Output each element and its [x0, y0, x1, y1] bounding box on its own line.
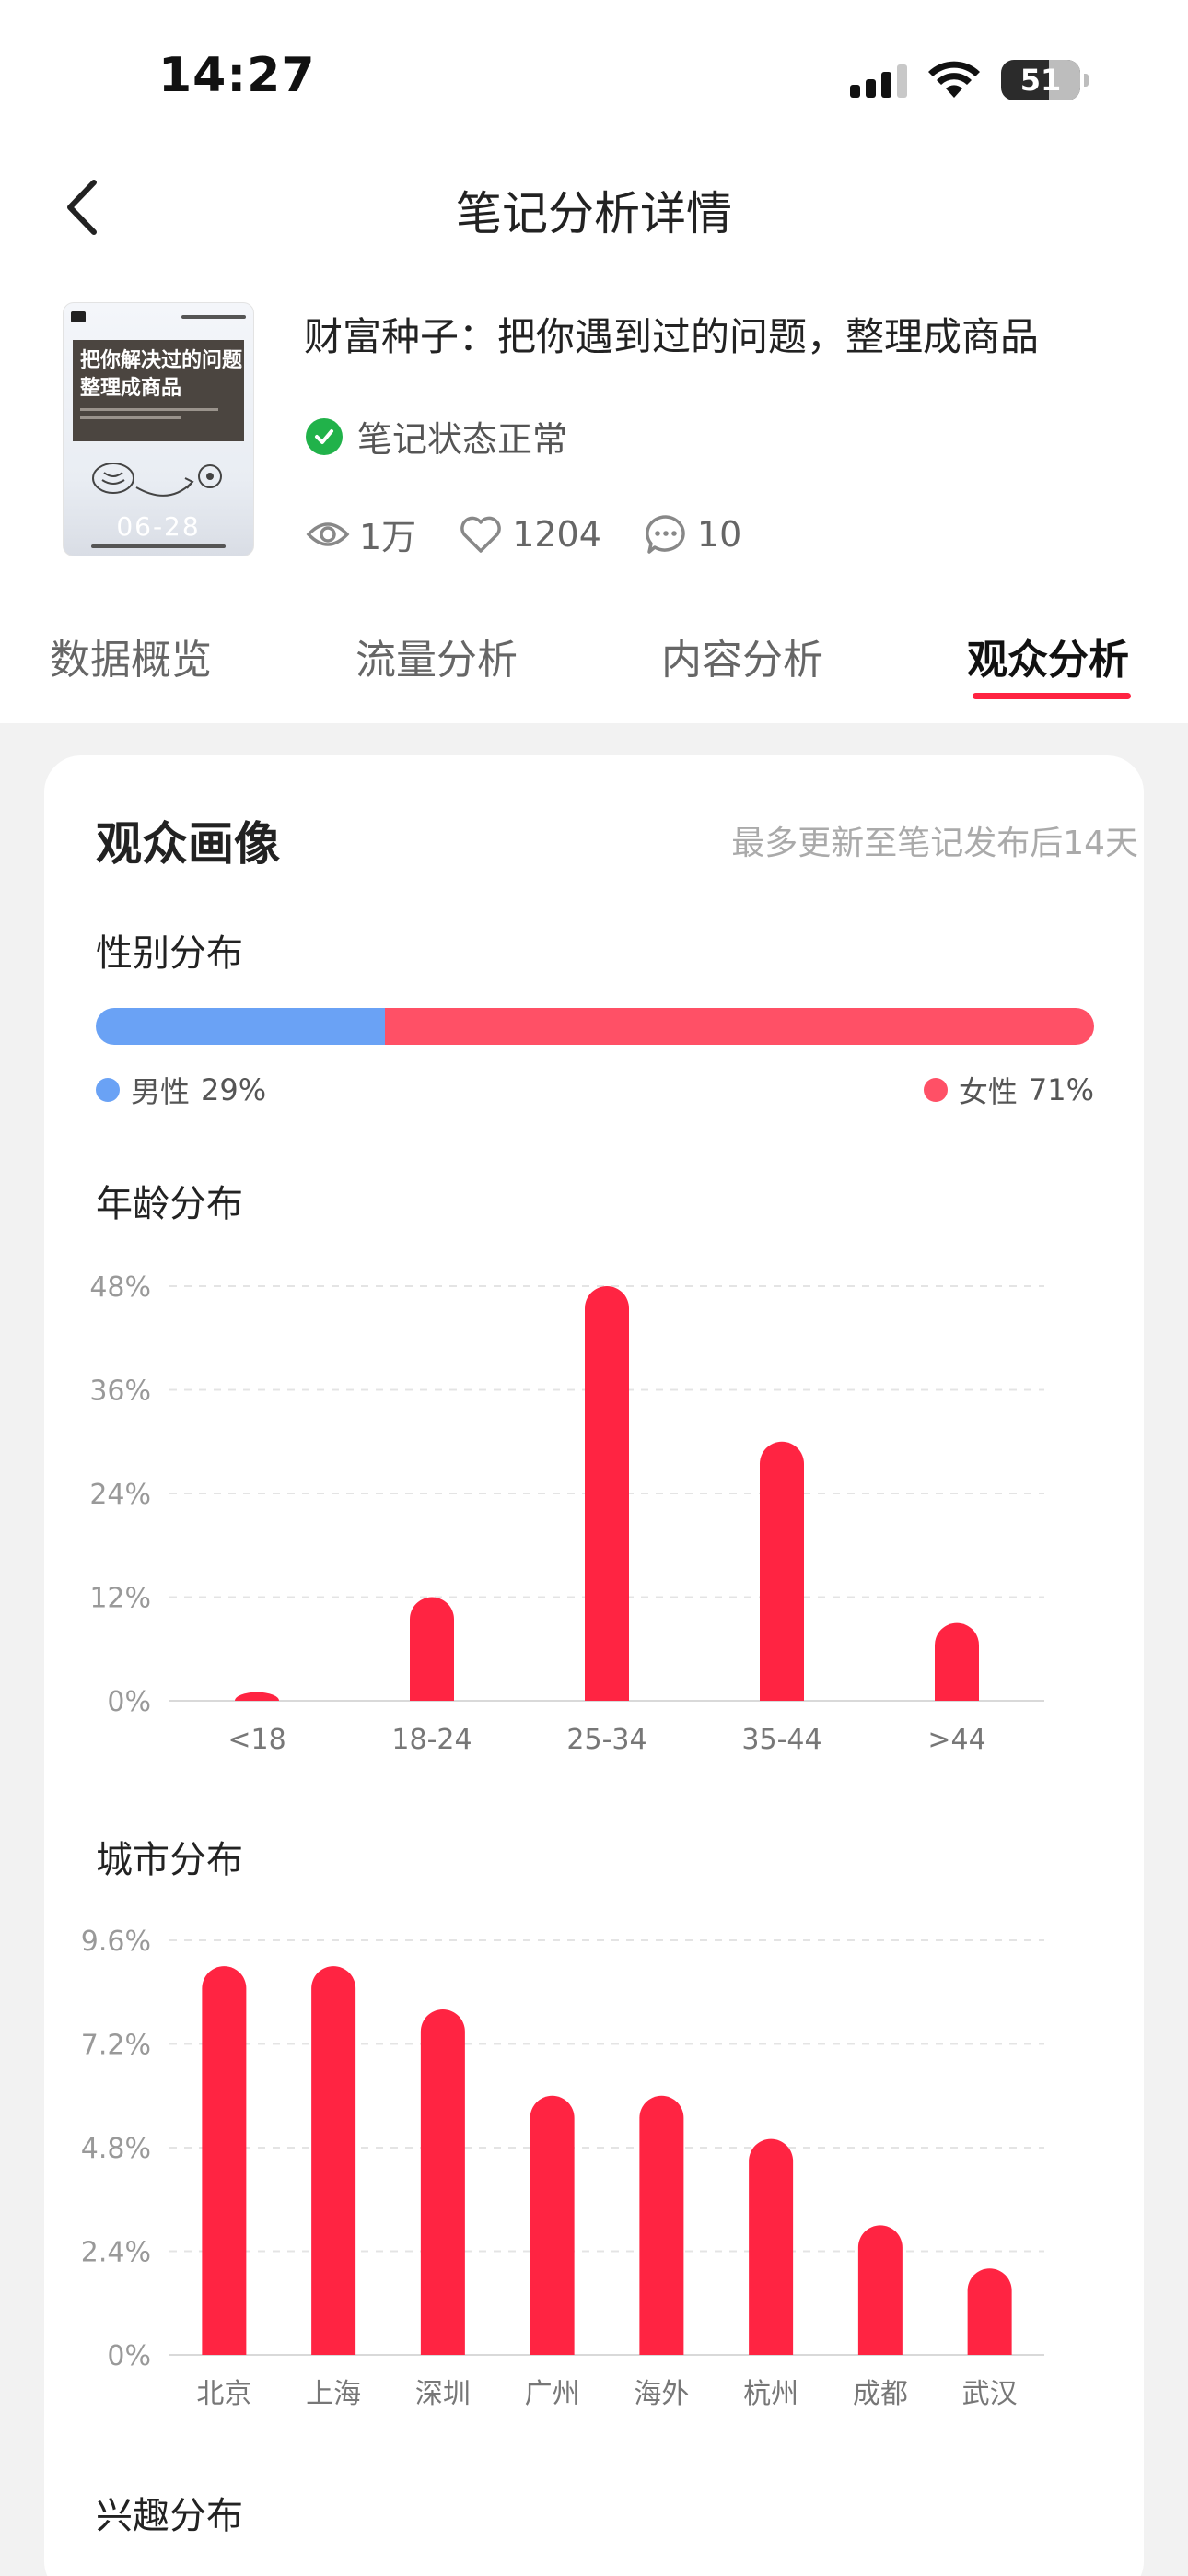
note-status-text: 笔记状态正常 — [357, 419, 568, 460]
city-chart-x-tick-label: 海外 — [634, 2378, 689, 2410]
city-distribution-chart: 0% 2.4% 4.8% 7.2% 9.6% 北京 上海 深圳 广州 海外 杭州 成都 武汉 — [81, 1926, 1044, 2410]
tab-traffic-analysis[interactable]: 流量分析 — [355, 626, 518, 685]
status-bar: 14:27 51 — [0, 0, 1188, 157]
male-legend-dot — [96, 1078, 120, 1102]
note-title: 财富种子：把你遇到过的问题，整理成商品 — [304, 314, 1040, 359]
age-chart-x-tick-label: 18-24 — [391, 1724, 472, 1756]
tab-data-overview[interactable]: 数据概览 — [50, 626, 212, 685]
city-chart-bar[interactable] — [857, 2225, 903, 2355]
age-chart-bar[interactable] — [410, 1597, 454, 1702]
likes-metric: 1204 — [459, 514, 601, 555]
battery-icon: 51 — [1001, 60, 1089, 100]
age-chart-y-tick-label: 36% — [89, 1376, 151, 1408]
active-tab-indicator — [973, 693, 1131, 699]
city-chart-y-tick-label: 9.6% — [81, 1926, 151, 1958]
city-chart-y-tick-label: 0% — [107, 2340, 151, 2372]
city-chart-bar[interactable] — [420, 2009, 465, 2355]
battery-level: 51 — [1019, 63, 1062, 98]
city-chart-x-tick-label: 北京 — [196, 2378, 251, 2410]
age-chart-y-tick-label: 24% — [89, 1479, 151, 1511]
city-chart-bar[interactable] — [967, 2268, 1012, 2355]
heart-icon — [460, 516, 501, 553]
city-chart-x-tick-label: 杭州 — [743, 2378, 798, 2410]
page-title: 笔记分析详情 — [456, 187, 732, 240]
gender-ratio-bar — [96, 1008, 1094, 1045]
city-chart-y-tick-label: 2.4% — [81, 2237, 151, 2269]
status-time: 14:27 — [158, 48, 316, 103]
cover-date: 06-28 — [116, 511, 201, 542]
male-percent: 29% — [201, 1072, 267, 1107]
city-chart-x-tick-label: 深圳 — [415, 2378, 471, 2410]
city-chart-bar[interactable] — [639, 2095, 684, 2355]
city-chart-bar[interactable] — [202, 1966, 247, 2355]
female-label: 女性 — [958, 1074, 1018, 1109]
tab-content-analysis[interactable]: 内容分析 — [661, 626, 823, 685]
age-chart-bar[interactable] — [585, 1286, 629, 1701]
views-metric: 1万 — [306, 509, 416, 559]
cellular-signal-icon — [850, 63, 907, 98]
tab-bar: 数据概览 流量分析 内容分析 观众分析 — [0, 626, 1188, 719]
age-chart-x-tick-label: >44 — [927, 1724, 985, 1756]
update-note: 最多更新至笔记发布后14天 — [731, 825, 1138, 862]
male-legend: 男性 29% — [96, 1069, 266, 1111]
interest-section-title: 兴趣分布 — [96, 2495, 243, 2537]
city-section-title: 城市分布 — [96, 1839, 243, 1881]
note-metrics: 1万 1204 10 — [306, 509, 784, 559]
city-chart-bar[interactable] — [311, 1966, 356, 2355]
age-chart-y-tick-label: 0% — [107, 1686, 151, 1718]
eye-icon — [306, 521, 350, 546]
age-chart-y-tick-label: 48% — [89, 1271, 151, 1304]
views-count: 1万 — [359, 517, 417, 557]
status-icons: 51 — [850, 57, 1089, 103]
cover-line-2: 整理成商品 — [80, 377, 182, 400]
male-label: 男性 — [131, 1074, 191, 1109]
comments-count: 10 — [696, 513, 742, 555]
city-chart-y-tick-label: 7.2% — [81, 2030, 151, 2062]
note-status: 笔记状态正常 — [306, 411, 567, 462]
city-chart-x-tick-label: 成都 — [853, 2378, 908, 2410]
city-chart-y-tick-label: 4.8% — [81, 2133, 151, 2165]
gender-section-title: 性别分布 — [96, 932, 243, 975]
female-legend: 女性 71% — [923, 1069, 1094, 1111]
wifi-icon — [928, 61, 980, 98]
age-chart-bar[interactable] — [760, 1441, 804, 1701]
comments-metric: 10 — [644, 513, 741, 556]
cover-illustration — [92, 463, 222, 497]
tab-audience-analysis[interactable]: 观众分析 — [967, 626, 1129, 685]
age-chart-y-tick-label: 12% — [89, 1583, 151, 1615]
city-chart-x-tick-label: 广州 — [525, 2378, 580, 2410]
cover-banner: 把你解决过的问题 整理成商品 — [73, 340, 244, 441]
male-bar-segment — [96, 1008, 386, 1045]
age-chart-bar[interactable] — [235, 1692, 279, 1701]
cover-line-1: 把你解决过的问题 — [80, 349, 243, 372]
city-chart-x-tick-label: 上海 — [306, 2378, 361, 2410]
city-chart-bar[interactable] — [530, 2095, 575, 2355]
likes-count: 1204 — [512, 513, 601, 555]
age-chart-x-tick-label: 25-34 — [566, 1724, 646, 1756]
check-circle-icon — [306, 417, 343, 455]
age-chart-x-tick-label: 35-44 — [741, 1724, 821, 1756]
city-chart-bar[interactable] — [749, 2138, 794, 2355]
comment-bubble-icon — [645, 514, 685, 554]
female-legend-dot — [923, 1078, 948, 1102]
age-distribution-chart: 0% 12% 24% 36% 48% <18 18-24 25-34 35-44 >44 — [89, 1271, 1044, 1756]
audience-profile-title: 观众画像 — [96, 817, 280, 871]
age-chart-bar[interactable] — [935, 1622, 979, 1701]
female-bar-segment — [385, 1008, 1094, 1045]
note-cover-thumbnail[interactable]: 把你解决过的问题 整理成商品 06-28 — [63, 302, 254, 556]
female-percent: 71% — [1028, 1072, 1094, 1107]
age-chart-x-tick-label: <18 — [227, 1724, 285, 1756]
age-section-title: 年龄分布 — [96, 1183, 243, 1225]
city-chart-x-tick-label: 武汉 — [962, 2378, 1018, 2410]
